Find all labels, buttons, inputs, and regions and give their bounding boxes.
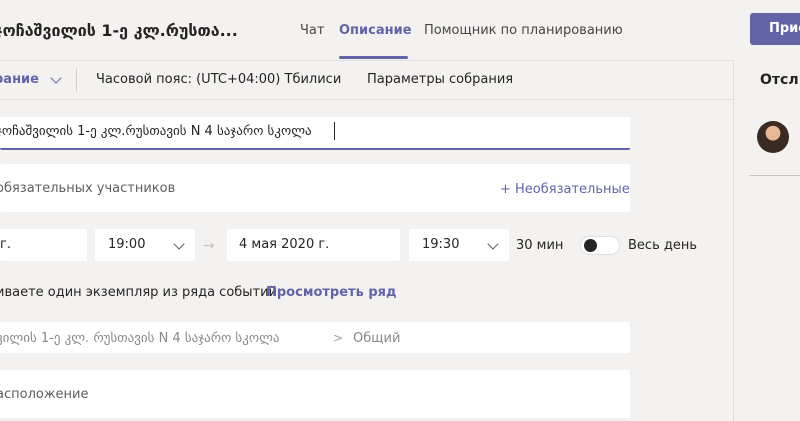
- optional-attendees-placeholder: обязательных участников: [0, 181, 176, 196]
- end-date-value: 4 мая 2020 г.: [239, 237, 330, 252]
- duration-label: 30 мин: [516, 238, 564, 253]
- chevron-right-icon: >: [333, 331, 344, 345]
- end-time-value: 19:30: [422, 237, 460, 252]
- start-date-picker[interactable]: [0, 229, 87, 261]
- arrow-right-icon: →: [203, 238, 215, 254]
- series-notice: иваете один экземпляр из ряда событий.: [0, 285, 282, 300]
- toolbar-divider: [76, 68, 77, 92]
- meeting-title: ჯოჩაშვილის 1-ე კლ.რუსთა...: [0, 21, 238, 40]
- timezone-selector[interactable]: Часовой пояс: (UTC+04:00) Тбилиси: [96, 72, 341, 87]
- tracking-title: Отсл: [760, 72, 799, 88]
- start-date-value: г.: [0, 237, 11, 252]
- channel-name: Общий: [353, 331, 401, 346]
- tab-chat[interactable]: Чат: [300, 23, 324, 38]
- toggle-knob[interactable]: [584, 239, 597, 252]
- all-day-label: Весь день: [628, 238, 698, 253]
- channel-team-name: ვილის 1-ე კლ. რუსთავის N 4 საჯარო სკოლა: [0, 331, 280, 346]
- meeting-options-link[interactable]: Параметры собрания: [367, 72, 513, 87]
- location-placeholder: асположение: [0, 387, 89, 402]
- tab-details[interactable]: Описание: [339, 23, 412, 38]
- start-time-value: 19:00: [108, 237, 146, 252]
- panel-divider: [749, 175, 800, 176]
- meeting-type-dropdown[interactable]: рание: [0, 72, 39, 87]
- text-caret: [334, 122, 335, 140]
- tracking-panel: [733, 60, 800, 421]
- view-series-link[interactable]: Просмотреть ряд: [266, 285, 396, 300]
- join-button[interactable]: Прис: [750, 13, 800, 45]
- tab-scheduling-assistant[interactable]: Помощник по планированию: [424, 23, 623, 38]
- location-field[interactable]: [0, 370, 630, 418]
- add-optional-button[interactable]: + Необязательные: [500, 182, 630, 197]
- title-input-value[interactable]: ჯოჩაშვილის 1-ე კლ.რუსთავის N 4 საჯარო სკ…: [0, 124, 312, 139]
- active-tab-indicator: [339, 56, 408, 59]
- avatar: [757, 121, 789, 153]
